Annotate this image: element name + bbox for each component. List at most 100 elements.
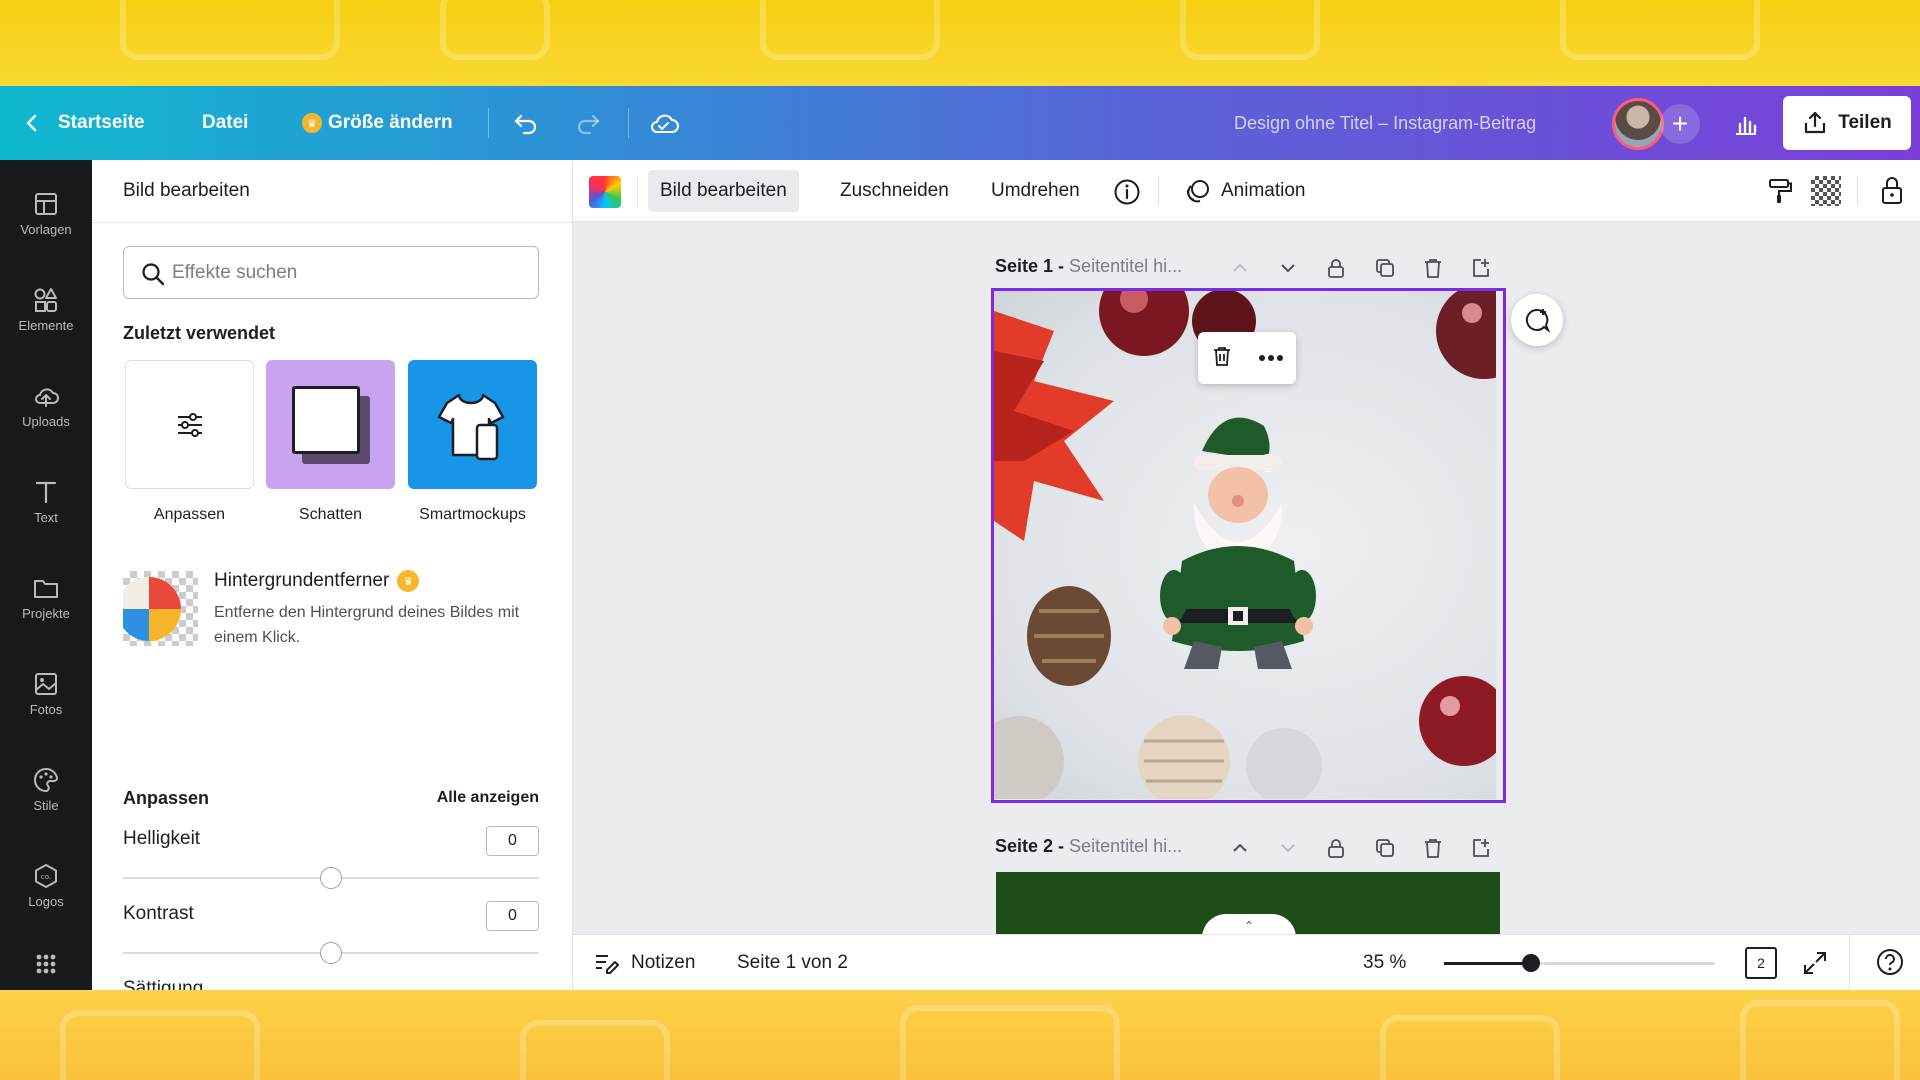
tile-adjust[interactable]: [125, 360, 254, 489]
brightness-slider-handle[interactable]: [320, 867, 342, 889]
rail-label: Vorlagen: [20, 221, 72, 237]
tile-label: Smartmockups: [419, 506, 526, 523]
cloud-saved-icon[interactable]: [648, 108, 680, 140]
chevron-up-icon[interactable]: [1225, 833, 1255, 863]
tile-shadow[interactable]: [266, 360, 395, 489]
flip-button[interactable]: Umdrehen: [979, 170, 1092, 212]
notes-button[interactable]: Notizen: [593, 935, 695, 990]
decorative-background-top: [0, 0, 1920, 86]
rail-item-projects[interactable]: Projekte: [0, 558, 92, 636]
fullscreen-icon[interactable]: [1801, 949, 1829, 977]
trash-icon[interactable]: [1210, 344, 1234, 373]
notes-icon: [596, 955, 619, 974]
chevron-up-icon[interactable]: [1225, 253, 1255, 283]
rail-item-templates[interactable]: Vorlagen: [0, 174, 92, 252]
zoom-slider-handle[interactable]: [1522, 954, 1540, 972]
apps-grid-icon: [36, 954, 56, 974]
shapes-icon: [34, 287, 57, 312]
rail-item-logos[interactable]: co. Logos: [0, 846, 92, 924]
lock-icon[interactable]: [1321, 253, 1351, 283]
resize-button[interactable]: ♛ Größe ändern: [302, 86, 453, 160]
lock-icon[interactable]: [1321, 833, 1351, 863]
trash-icon[interactable]: [1418, 833, 1448, 863]
page-1-label: Seite 1 -: [995, 256, 1065, 276]
background-remover-thumbnail[interactable]: [123, 571, 198, 646]
more-options-icon[interactable]: [1258, 349, 1284, 367]
duplicate-icon[interactable]: [1370, 253, 1400, 283]
page-1-header[interactable]: Seite 1 - Seitentitel hi...: [995, 256, 1182, 277]
rail-item-uploads[interactable]: Uploads: [0, 366, 92, 444]
zoom-value[interactable]: 35 %: [1363, 935, 1406, 990]
add-comment-button[interactable]: [1511, 294, 1563, 346]
brightness-label: Helligkeit: [123, 828, 201, 849]
recent-heading: Zuletzt verwendet: [123, 323, 276, 343]
grid-view-button[interactable]: 2: [1745, 947, 1777, 979]
chevron-down-icon[interactable]: [1273, 253, 1303, 283]
chevron-down-icon[interactable]: [1273, 833, 1303, 863]
rail-item-styles[interactable]: Stile: [0, 750, 92, 828]
brightness-value-input[interactable]: 0: [486, 826, 539, 856]
svg-text:co.: co.: [41, 873, 51, 881]
color-swatch[interactable]: [589, 176, 621, 208]
add-page-icon[interactable]: [1466, 833, 1496, 863]
lock-icon[interactable]: [1877, 174, 1907, 206]
divider: [628, 108, 629, 138]
background-remover-title[interactable]: Hintergrundentferner ♛: [214, 570, 420, 592]
crown-icon: ♛: [397, 570, 420, 592]
tile-label: Anpassen: [153, 506, 226, 523]
effects-search-input[interactable]: Effekte suchen: [123, 246, 539, 299]
edit-image-panel: Bild bearbeiten Effekte suchen Zuletzt v…: [92, 160, 573, 990]
divider: [1158, 176, 1159, 206]
redo-icon[interactable]: [572, 108, 604, 140]
animation-label: Animation: [1221, 180, 1306, 201]
undo-icon[interactable]: [510, 108, 542, 140]
contrast-slider-handle[interactable]: [320, 942, 342, 964]
tile-smartmockups[interactable]: [408, 360, 537, 489]
text-icon: [35, 481, 57, 503]
edit-image-button[interactable]: Bild bearbeiten: [648, 170, 799, 212]
help-icon[interactable]: [1875, 947, 1905, 977]
resize-label: Größe ändern: [328, 112, 453, 133]
animation-icon: [1186, 180, 1209, 203]
top-bar: Startseite Datei ♛ Größe ändern Design o…: [0, 86, 1920, 160]
insights-button[interactable]: [1720, 102, 1772, 146]
add-collaborator-button[interactable]: +: [1660, 104, 1700, 144]
adjust-heading: Anpassen: [123, 788, 210, 808]
transparency-icon[interactable]: [1811, 176, 1841, 206]
page-2-header[interactable]: Seite 2 - Seitentitel hi...: [995, 836, 1182, 857]
contrast-value-input[interactable]: 0: [486, 901, 539, 931]
duplicate-icon[interactable]: [1370, 833, 1400, 863]
rail-label: Stile: [33, 797, 59, 813]
rail-label: Projekte: [22, 605, 70, 621]
rail-item-text[interactable]: Text: [0, 462, 92, 540]
search-placeholder: Effekte suchen: [172, 261, 298, 283]
rail-label: Fotos: [29, 701, 63, 717]
info-icon[interactable]: [1113, 178, 1141, 206]
share-label: Teilen: [1838, 112, 1892, 133]
rail-item-photos[interactable]: Fotos: [0, 654, 92, 732]
avatar[interactable]: [1612, 98, 1664, 150]
chevron-left-icon: [26, 114, 37, 132]
crop-button[interactable]: Zuschneiden: [828, 170, 961, 212]
animation-button[interactable]: Animation: [1173, 170, 1318, 212]
tile-label: Schatten: [298, 506, 363, 523]
share-button[interactable]: Teilen: [1783, 96, 1911, 150]
design-title[interactable]: Design ohne Titel – Instagram-Beitrag: [1234, 86, 1536, 160]
left-rail: Vorlagen Elemente Uploads Text Projekte …: [0, 160, 92, 990]
cloud-upload-icon: [35, 387, 59, 407]
folder-icon: [34, 579, 58, 598]
show-all-link[interactable]: Alle anzeigen: [437, 789, 539, 807]
page-2-label: Seite 2 -: [995, 836, 1065, 856]
rail-item-more-apps[interactable]: [0, 940, 92, 988]
rail-item-elements[interactable]: Elemente: [0, 270, 92, 348]
back-to-home-button[interactable]: Startseite: [22, 86, 145, 160]
paint-roller-icon[interactable]: [1765, 176, 1795, 206]
layout-icon: [35, 192, 57, 215]
add-page-icon[interactable]: [1466, 253, 1496, 283]
page-indicator: Seite 1 von 2: [737, 952, 848, 973]
trash-icon[interactable]: [1418, 253, 1448, 283]
plus-icon: +: [1671, 108, 1689, 139]
share-upload-icon: [1805, 111, 1826, 134]
bgr-title-text: Hintergrundentferner: [214, 570, 390, 591]
file-menu-button[interactable]: Datei: [202, 86, 248, 160]
